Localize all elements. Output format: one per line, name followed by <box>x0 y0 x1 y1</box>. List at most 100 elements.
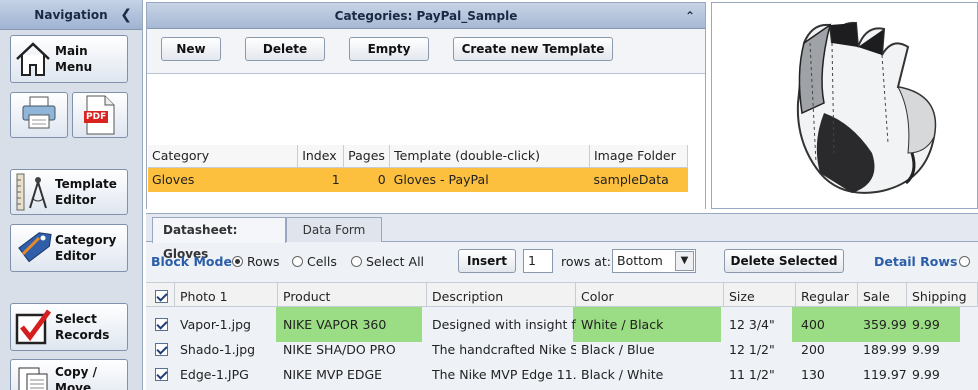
cell-shipping[interactable]: 9.99 <box>907 337 978 362</box>
checkbox-check-icon <box>11 305 55 349</box>
template-editor-button[interactable]: Template Editor <box>10 169 128 215</box>
block-mode-label: Block Mode <box>151 254 232 269</box>
printer-icon <box>20 95 58 135</box>
table-row[interactable]: Edge-1.JPG NIKE MVP EDGE The Nike MVP Ed… <box>146 362 978 387</box>
col-category[interactable]: Category <box>148 145 299 168</box>
select-records-button[interactable]: Select Records <box>10 303 128 351</box>
main-menu-button[interactable]: Main Menu <box>10 35 128 83</box>
cell-regular[interactable]: 400 <box>796 312 858 337</box>
insert-count-input[interactable]: 1 <box>523 249 553 273</box>
col-photo[interactable]: Photo 1 <box>175 283 278 307</box>
cell-size[interactable]: 11 1/2" <box>724 362 796 387</box>
col-template[interactable]: Template (double-click) <box>389 145 590 168</box>
radio-select-all-label: Select All <box>365 254 425 269</box>
row-checkbox[interactable] <box>146 312 175 337</box>
col-sale[interactable]: Sale <box>858 283 907 307</box>
datasheet-panel: Datasheet: Gloves Data Form Block Mode R… <box>146 213 978 390</box>
cell-template[interactable]: Gloves - PayPal <box>389 167 590 192</box>
row-check-icon[interactable] <box>155 318 168 331</box>
col-index[interactable]: Index <box>297 145 345 168</box>
row-check-icon[interactable] <box>155 368 168 381</box>
tab-data-form[interactable]: Data Form <box>286 217 382 242</box>
copy-move-button[interactable]: Copy / Move <box>10 359 128 390</box>
image-preview-panel <box>711 2 978 209</box>
rows-at-label: rows at: <box>561 254 611 269</box>
select-all-check-icon[interactable] <box>155 290 168 303</box>
col-pages[interactable]: Pages <box>343 145 391 168</box>
cell-description[interactable]: The handcrafted Nike Sha <box>427 337 576 362</box>
categories-grid: Category Index Pages Template (double-cl… <box>147 73 705 209</box>
navigation-title: Navigation <box>34 8 108 22</box>
new-button[interactable]: New <box>161 37 221 61</box>
insert-position-value: Bottom <box>617 253 663 268</box>
col-product[interactable]: Product <box>278 283 427 307</box>
cell-size[interactable]: 12 1/2" <box>724 337 796 362</box>
cell-photo[interactable]: Shado-1.jpg <box>175 337 278 362</box>
cell-color[interactable]: Black / White <box>576 362 724 387</box>
table-row[interactable]: Vapor-1.jpg NIKE VAPOR 360 Designed with… <box>146 312 978 337</box>
radio-detail-rows-indicator[interactable] <box>959 256 970 267</box>
print-button[interactable] <box>10 92 68 138</box>
empty-button[interactable]: Empty <box>349 37 429 61</box>
categories-panel: Categories: PayPal_Sample ⌃ New Delete E… <box>146 2 706 209</box>
cell-product[interactable]: NIKE MVP EDGE <box>278 362 427 387</box>
cell-image-folder[interactable]: sampleData <box>589 167 688 192</box>
select-all-checkbox[interactable] <box>146 283 175 307</box>
delete-selected-button[interactable]: Delete Selected <box>724 249 844 273</box>
category-row[interactable]: Gloves 1 0 Gloves - PayPal sampleData <box>148 167 688 192</box>
col-color[interactable]: Color <box>576 283 724 307</box>
radio-detail-rows[interactable] <box>959 254 970 269</box>
navigation-panel: Navigation ❮ Main Menu PDF Template Edit… <box>0 0 143 390</box>
row-checkbox[interactable] <box>146 362 175 387</box>
radio-cells-indicator[interactable] <box>292 256 303 267</box>
col-description[interactable]: Description <box>427 283 576 307</box>
delete-button[interactable]: Delete <box>245 37 325 61</box>
cell-product[interactable]: NIKE VAPOR 360 <box>278 312 427 337</box>
datasheet-toolbar: Block Mode Rows Cells Select All Insert … <box>146 246 978 276</box>
cell-index[interactable]: 1 <box>297 167 344 192</box>
category-editor-label: Category Editor <box>55 233 117 263</box>
cell-product[interactable]: NIKE SHA/DO PRO <box>278 337 427 362</box>
cell-photo[interactable]: Edge-1.JPG <box>175 362 278 387</box>
cell-sale[interactable]: 119.97 <box>858 362 907 387</box>
col-size[interactable]: Size <box>724 283 796 307</box>
chevron-down-icon[interactable]: ▼ <box>675 251 694 271</box>
row-check-icon[interactable] <box>155 343 168 356</box>
collapse-up-icon[interactable]: ⌃ <box>685 3 695 29</box>
navigation-header: Navigation ❮ <box>0 0 142 30</box>
radio-select-all-indicator[interactable] <box>351 256 362 267</box>
baseball-glove-image <box>796 21 937 194</box>
collapse-chevron-icon[interactable]: ❮ <box>120 0 132 30</box>
table-row[interactable]: Shado-1.jpg NIKE SHA/DO PRO The handcraf… <box>146 337 978 362</box>
radio-rows[interactable]: Rows <box>232 254 280 269</box>
copy-move-label: Copy / Move <box>55 365 98 390</box>
cell-sale[interactable]: 359.99 <box>858 312 907 337</box>
cell-regular[interactable]: 130 <box>796 362 858 387</box>
create-template-button[interactable]: Create new Template <box>453 37 613 61</box>
radio-select-all[interactable]: Select All <box>351 254 424 269</box>
insert-position-select[interactable]: Bottom ▼ <box>612 249 696 273</box>
cell-pages[interactable]: 0 <box>343 167 390 192</box>
cell-sale[interactable]: 189.99 <box>858 337 907 362</box>
cell-description[interactable]: The Nike MVP Edge 11.5 <box>427 362 576 387</box>
col-shipping[interactable]: Shipping <box>907 283 978 307</box>
cell-category[interactable]: Gloves <box>148 167 298 192</box>
select-records-label: Select Records <box>55 312 110 342</box>
cell-description[interactable]: Designed with insight from <box>427 312 576 337</box>
cell-color[interactable]: White / Black <box>576 312 724 337</box>
col-regular[interactable]: Regular <box>796 283 858 307</box>
cell-color[interactable]: Black / Blue <box>576 337 724 362</box>
cell-shipping[interactable]: 9.99 <box>907 312 978 337</box>
tab-datasheet[interactable]: Datasheet: Gloves <box>152 217 286 261</box>
radio-rows-indicator[interactable] <box>232 256 243 267</box>
pdf-button[interactable]: PDF <box>72 92 128 138</box>
category-editor-button[interactable]: Category Editor <box>10 224 128 272</box>
cell-size[interactable]: 12 3/4" <box>724 312 796 337</box>
cell-regular[interactable]: 200 <box>796 337 858 362</box>
radio-cells[interactable]: Cells <box>292 254 337 269</box>
row-checkbox[interactable] <box>146 337 175 362</box>
cell-photo[interactable]: Vapor-1.jpg <box>175 312 278 337</box>
cell-shipping[interactable]: 9.99 <box>907 362 978 387</box>
col-image-folder[interactable]: Image Folder <box>589 145 689 168</box>
insert-button[interactable]: Insert <box>458 249 516 273</box>
